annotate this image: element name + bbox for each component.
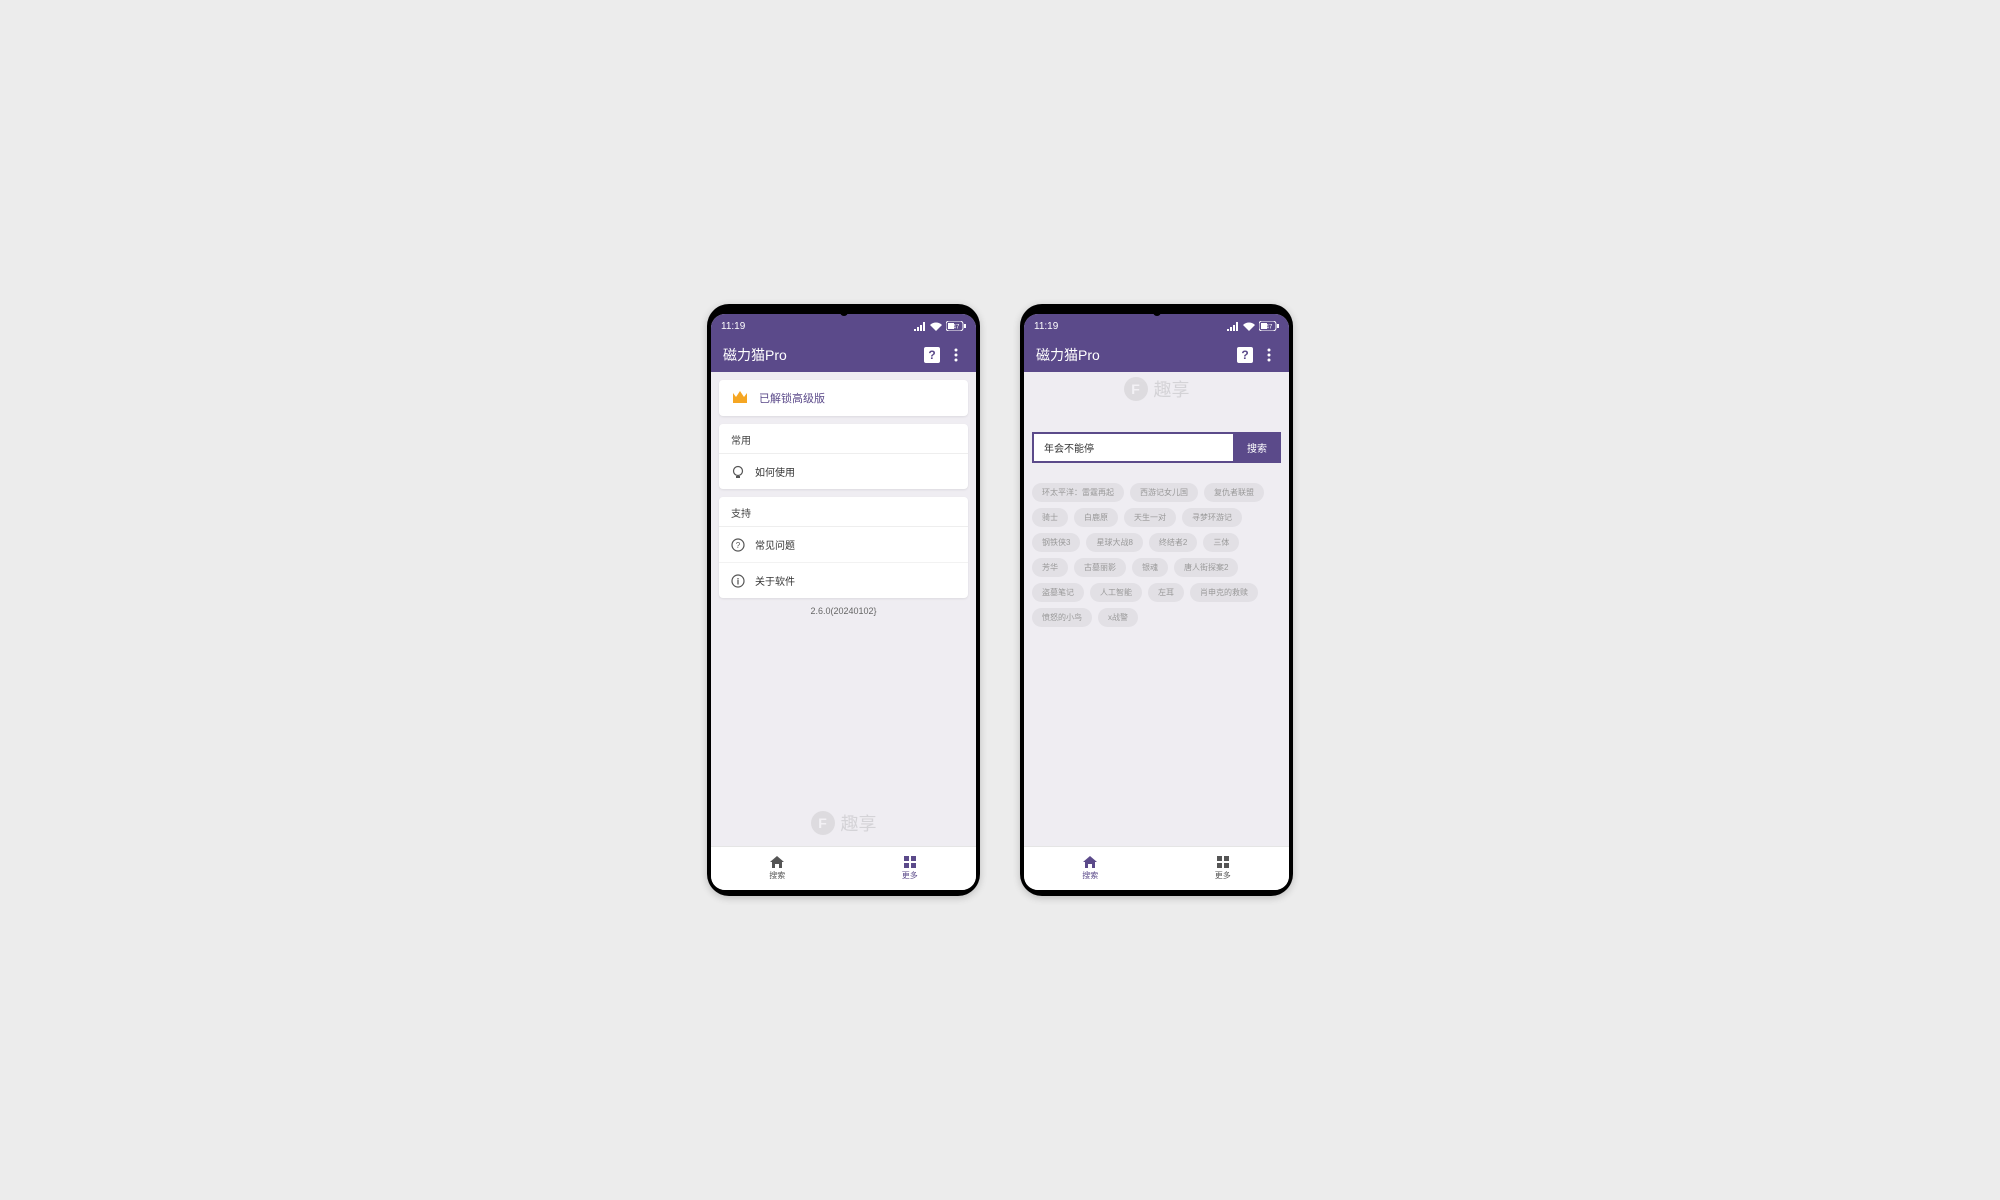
crown-icon <box>731 391 749 405</box>
row-about[interactable]: i 关于软件 <box>719 562 968 598</box>
status-indicators: 47 <box>914 321 966 331</box>
signal-icon <box>914 322 926 331</box>
watermark-badge: F <box>811 811 835 835</box>
section-header-support: 支持 <box>719 497 968 527</box>
nav-label: 更多 <box>902 870 918 881</box>
suggestion-tag[interactable]: 唐人街探案2 <box>1174 558 1238 577</box>
content-area: 已解锁高级版 常用 如何使用 支持 ? 常见问题 <box>711 372 976 846</box>
nav-search[interactable]: 搜索 <box>711 847 844 890</box>
section-common: 常用 如何使用 <box>719 424 968 489</box>
suggestion-tag[interactable]: 三体 <box>1203 533 1239 552</box>
watermark-text: 趣享 <box>841 810 877 836</box>
home-icon <box>1083 856 1097 868</box>
row-faq[interactable]: ? 常见问题 <box>719 527 968 562</box>
status-time: 11:19 <box>721 321 745 332</box>
premium-card[interactable]: 已解锁高级版 <box>719 380 968 416</box>
app-bar: 磁力猫Pro ? <box>1024 338 1289 372</box>
suggestion-tag[interactable]: 肖申克的救赎 <box>1190 583 1258 602</box>
grid-icon <box>1217 856 1229 868</box>
status-time: 11:19 <box>1034 321 1058 332</box>
section-support: 支持 ? 常见问题 i 关于软件 <box>719 497 968 598</box>
watermark: F 趣享 <box>811 810 877 836</box>
suggestion-tag[interactable]: 天生一对 <box>1124 508 1176 527</box>
phone-more-screen: 11:19 47 磁力猫Pro ? 已解锁高级版 <box>707 304 980 896</box>
svg-text:47: 47 <box>953 325 960 331</box>
search-button[interactable]: 搜索 <box>1233 432 1281 463</box>
suggestion-tag[interactable]: 钢铁侠3 <box>1032 533 1080 552</box>
app-title: 磁力猫Pro <box>1036 345 1233 365</box>
camera-cutout <box>840 308 848 316</box>
app-bar: 磁力猫Pro ? <box>711 338 976 372</box>
row-label: 关于软件 <box>755 573 795 588</box>
nav-more[interactable]: 更多 <box>1157 847 1290 890</box>
status-bar: 11:19 47 <box>1024 314 1289 338</box>
svg-text:?: ? <box>736 541 741 550</box>
grid-icon <box>904 856 916 868</box>
status-bar: 11:19 47 <box>711 314 976 338</box>
phone-search-screen: 11:19 47 磁力猫Pro ? F 趣享 <box>1020 304 1293 896</box>
premium-label: 已解锁高级版 <box>759 390 825 406</box>
suggestion-tag[interactable]: 盗墓笔记 <box>1032 583 1084 602</box>
question-circle-icon: ? <box>731 538 745 552</box>
nav-label: 搜索 <box>769 870 785 881</box>
suggestion-tag[interactable]: 复仇者联盟 <box>1204 483 1264 502</box>
suggestion-tag[interactable]: 古墓丽影 <box>1074 558 1126 577</box>
row-how-to-use[interactable]: 如何使用 <box>719 454 968 489</box>
row-label: 常见问题 <box>755 537 795 552</box>
svg-text:47: 47 <box>1266 325 1273 331</box>
suggestion-tag[interactable]: 左耳 <box>1148 583 1184 602</box>
suggestion-tags: 环太平洋：雷霆再起西游记女儿国复仇者联盟骑士白鹿原天生一对寻梦环游记钢铁侠3 星球… <box>1024 477 1289 633</box>
camera-cutout <box>1153 308 1161 316</box>
suggestion-tag[interactable]: 寻梦环游记 <box>1182 508 1242 527</box>
svg-text:i: i <box>737 576 740 586</box>
suggestion-tag[interactable]: 愤怒的小鸟 <box>1032 608 1092 627</box>
overflow-menu-button[interactable] <box>944 348 968 362</box>
nav-more[interactable]: 更多 <box>844 847 977 890</box>
info-circle-icon: i <box>731 574 745 588</box>
help-button[interactable]: ? <box>1233 347 1257 363</box>
content-area: F 趣享 搜索 环太平洋：雷霆再起西游记女儿国复仇者联盟骑士白鹿原天生一对寻梦环… <box>1024 372 1289 846</box>
row-label: 如何使用 <box>755 464 795 479</box>
search-area: 搜索 <box>1024 372 1289 477</box>
svg-text:?: ? <box>1241 348 1248 362</box>
svg-text:?: ? <box>928 348 935 362</box>
search-input[interactable] <box>1032 432 1233 463</box>
suggestion-tag[interactable]: 银魂 <box>1132 558 1168 577</box>
bottom-nav: 搜索 更多 <box>711 846 976 890</box>
nav-search[interactable]: 搜索 <box>1024 847 1157 890</box>
help-icon: ? <box>924 347 940 363</box>
home-icon <box>770 856 784 868</box>
wifi-icon <box>930 322 942 331</box>
suggestion-tag[interactable]: 骑士 <box>1032 508 1068 527</box>
suggestion-tag[interactable]: 西游记女儿国 <box>1130 483 1198 502</box>
suggestion-tag[interactable]: x战警 <box>1098 608 1138 627</box>
status-indicators: 47 <box>1227 321 1279 331</box>
battery-icon: 47 <box>1259 321 1279 331</box>
suggestion-tag[interactable]: 人工智能 <box>1090 583 1142 602</box>
signal-icon <box>1227 322 1239 331</box>
nav-label: 更多 <box>1215 870 1231 881</box>
overflow-menu-button[interactable] <box>1257 348 1281 362</box>
section-header-common: 常用 <box>719 424 968 454</box>
more-vert-icon <box>1267 348 1271 362</box>
more-vert-icon <box>954 348 958 362</box>
suggestion-tag[interactable]: 白鹿原 <box>1074 508 1118 527</box>
suggestion-tag[interactable]: 芳华 <box>1032 558 1068 577</box>
version-label: 2.6.0(20240102} <box>719 606 968 616</box>
help-icon: ? <box>1237 347 1253 363</box>
wifi-icon <box>1243 322 1255 331</box>
battery-icon: 47 <box>946 321 966 331</box>
bottom-nav: 搜索 更多 <box>1024 846 1289 890</box>
suggestion-tag[interactable]: 环太平洋：雷霆再起 <box>1032 483 1124 502</box>
suggestion-tag[interactable]: 星球大战8 <box>1086 533 1142 552</box>
nav-label: 搜索 <box>1082 870 1098 881</box>
app-title: 磁力猫Pro <box>723 345 920 365</box>
suggestion-tag[interactable]: 终结者2 <box>1149 533 1197 552</box>
help-button[interactable]: ? <box>920 347 944 363</box>
lightbulb-icon <box>731 465 745 479</box>
